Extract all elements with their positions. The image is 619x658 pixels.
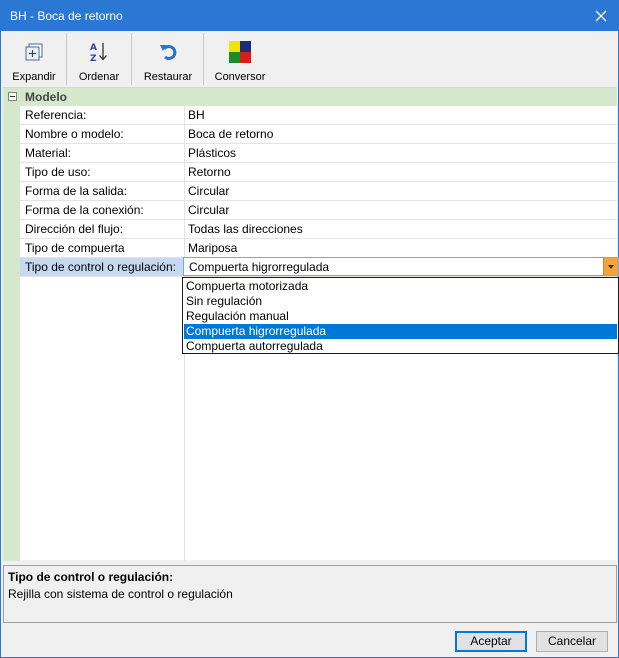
converter-button[interactable]: Conversor bbox=[207, 31, 273, 87]
restore-button[interactable]: Restaurar bbox=[135, 31, 201, 87]
window-title: BH - Boca de retorno bbox=[10, 9, 123, 23]
description-text: Rejilla con sistema de control o regulac… bbox=[8, 587, 233, 601]
description-title: Tipo de control o regulación: bbox=[8, 570, 174, 584]
property-label: Tipo de uso: bbox=[25, 165, 91, 179]
property-value[interactable]: Circular bbox=[188, 182, 616, 200]
property-row-forma-salida[interactable]: Forma de la salida: Circular bbox=[20, 182, 617, 201]
property-value[interactable]: Boca de retorno bbox=[188, 125, 616, 143]
expand-icon bbox=[25, 43, 43, 61]
control-type-combobox[interactable]: Compuerta higrorregulada bbox=[183, 257, 619, 276]
dropdown-arrow-button[interactable] bbox=[603, 258, 618, 275]
category-header-modelo[interactable]: Modelo bbox=[3, 88, 617, 106]
property-value[interactable]: Circular bbox=[188, 201, 616, 219]
sort-az-icon: A Z bbox=[90, 43, 107, 64]
toolbar: Expandir A Z Ordenar Restaurar Conversor bbox=[1, 31, 618, 87]
toolbar-separator bbox=[66, 33, 67, 85]
dropdown-list: Compuerta motorizada Sin regulación Regu… bbox=[182, 277, 619, 354]
converter-label: Conversor bbox=[214, 71, 266, 83]
dropdown-option[interactable]: Sin regulación bbox=[184, 294, 617, 309]
restore-icon bbox=[160, 44, 177, 60]
close-button[interactable] bbox=[584, 1, 618, 31]
collapse-icon[interactable] bbox=[8, 92, 17, 101]
property-value[interactable]: BH bbox=[188, 106, 616, 124]
property-row-tipo-uso[interactable]: Tipo de uso: Retorno bbox=[20, 163, 617, 182]
title-bar: BH - Boca de retorno bbox=[1, 1, 618, 31]
property-label: Tipo de compuerta bbox=[25, 241, 125, 255]
property-label: Dirección del flujo: bbox=[25, 222, 124, 236]
expand-label: Expandir bbox=[12, 71, 56, 83]
dialog-window: BH - Boca de retorno Expandir A Z Ordena… bbox=[0, 0, 619, 658]
property-label: Material: bbox=[25, 146, 72, 160]
property-label: Forma de la conexión: bbox=[25, 203, 144, 217]
dropdown-option[interactable]: Compuerta motorizada bbox=[184, 279, 617, 294]
close-icon bbox=[595, 10, 607, 22]
property-label: Tipo de control o regulación: bbox=[20, 258, 184, 276]
converter-icon bbox=[229, 41, 251, 63]
grid-margin bbox=[3, 106, 20, 561]
property-row-tipo-compuerta[interactable]: Tipo de compuerta Mariposa bbox=[20, 239, 617, 258]
property-row-nombre[interactable]: Nombre o modelo: Boca de retorno bbox=[20, 125, 617, 144]
svg-text:A: A bbox=[90, 43, 97, 53]
sort-button[interactable]: A Z Ordenar bbox=[70, 31, 128, 87]
property-value[interactable]: Mariposa bbox=[188, 239, 616, 257]
dropdown-option[interactable]: Compuerta autorregulada bbox=[184, 339, 617, 354]
sort-label: Ordenar bbox=[78, 71, 120, 83]
dropdown-option[interactable]: Regulación manual bbox=[184, 309, 617, 324]
combobox-value: Compuerta higrorregulada bbox=[189, 260, 330, 274]
toolbar-separator bbox=[203, 33, 204, 85]
property-row-referencia[interactable]: Referencia: BH bbox=[20, 106, 617, 125]
property-row-material[interactable]: Material: Plásticos bbox=[20, 144, 617, 163]
description-panel: Tipo de control o regulación: Rejilla co… bbox=[3, 565, 617, 623]
category-label: Modelo bbox=[25, 90, 67, 104]
property-label: Referencia: bbox=[25, 108, 87, 122]
property-row-forma-conexion[interactable]: Forma de la conexión: Circular bbox=[20, 201, 617, 220]
dropdown-option-selected[interactable]: Compuerta higrorregulada bbox=[184, 324, 617, 339]
property-label: Nombre o modelo: bbox=[25, 127, 124, 141]
property-value[interactable]: Plásticos bbox=[188, 144, 616, 162]
property-value[interactable]: Todas las direcciones bbox=[188, 220, 616, 238]
restore-label: Restaurar bbox=[143, 71, 193, 83]
toolbar-separator bbox=[131, 33, 132, 85]
svg-text:Z: Z bbox=[90, 54, 97, 64]
property-value[interactable]: Retorno bbox=[188, 163, 616, 181]
property-label: Forma de la salida: bbox=[25, 184, 128, 198]
cancel-button[interactable]: Cancelar bbox=[536, 631, 608, 652]
property-row-direccion-flujo[interactable]: Dirección del flujo: Todas las direccion… bbox=[20, 220, 617, 239]
expand-button[interactable]: Expandir bbox=[5, 31, 63, 87]
accept-button[interactable]: Aceptar bbox=[455, 631, 527, 652]
